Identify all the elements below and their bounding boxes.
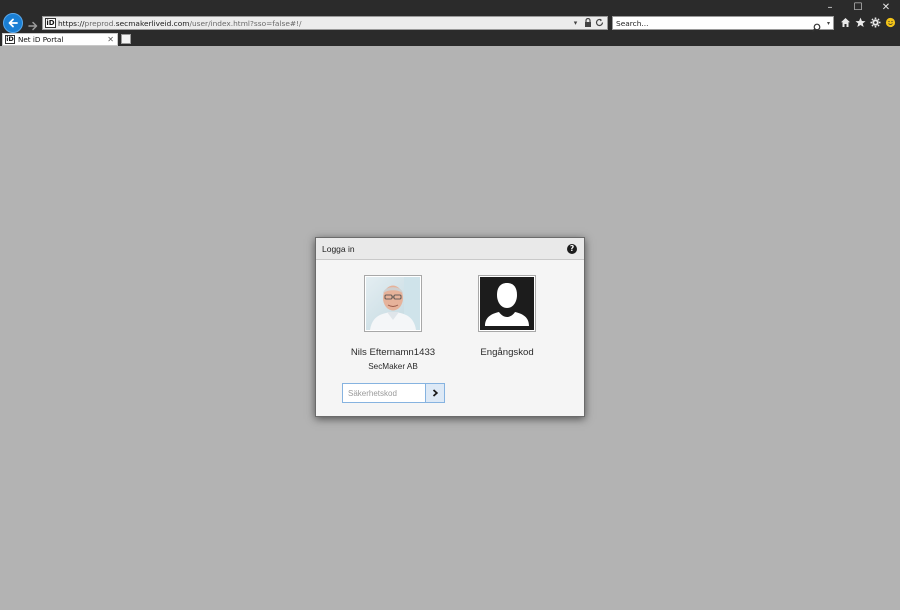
tab-title: Net iD Portal <box>18 35 64 44</box>
search-dropdown-icon[interactable]: ▾ <box>827 18 830 29</box>
dialog-header: Logga in ? <box>316 238 584 260</box>
site-favicon-icon: iD <box>45 18 56 28</box>
account-name: Nils Efternamn1433 <box>350 347 436 358</box>
login-dialog: Logga in ? Nils Efternamn1433 SecMaker A… <box>315 237 585 417</box>
tab-bar: iD Net iD Portal ✕ <box>0 33 900 46</box>
arrow-left-icon <box>8 18 18 28</box>
account-organization: SecMaker AB <box>368 362 418 371</box>
back-button[interactable] <box>3 13 23 33</box>
smiley-feedback-icon[interactable] <box>885 16 896 28</box>
home-icon[interactable] <box>840 16 851 28</box>
url-path: /user/index.html?sso=false#!/ <box>189 19 302 28</box>
toolbar-icons <box>840 16 896 28</box>
lock-icon[interactable] <box>583 17 592 28</box>
settings-gear-icon[interactable] <box>870 16 881 28</box>
new-tab-button[interactable] <box>121 34 131 44</box>
tab-close-icon[interactable]: ✕ <box>107 34 114 46</box>
arrow-right-icon <box>28 21 38 31</box>
avatar[interactable] <box>364 275 422 332</box>
browser-chrome: – ☐ ✕ iD https://preprod.secmakerliveid.… <box>0 0 900 46</box>
forward-button[interactable] <box>27 17 39 31</box>
dropdown-arrow-icon[interactable]: ▾ <box>571 18 580 28</box>
favorites-star-icon[interactable] <box>855 16 866 28</box>
dialog-title: Logga in <box>322 244 355 254</box>
security-code-input[interactable] <box>342 383 426 403</box>
user-silhouette-icon <box>480 277 534 330</box>
search-bar[interactable]: Search... ▾ <box>612 16 834 32</box>
avatar[interactable] <box>478 275 536 332</box>
submit-code-button[interactable] <box>425 383 445 403</box>
search-icon[interactable] <box>811 18 821 32</box>
refresh-icon[interactable] <box>595 18 604 28</box>
chevron-right-icon <box>432 389 439 397</box>
tab-favicon-icon: iD <box>5 35 15 44</box>
address-bar[interactable]: iD https://preprod.secmakerliveid.com/us… <box>42 16 608 30</box>
search-input[interactable]: Search... <box>616 18 648 29</box>
url-protocol: https:// <box>58 19 85 28</box>
url-text[interactable]: https://preprod.secmakerliveid.com/user/… <box>58 18 302 29</box>
window-controls: – ☐ ✕ <box>816 0 900 14</box>
account-name: Engångskod <box>480 347 534 358</box>
url-domain: secmakerliveid.com <box>115 19 190 28</box>
address-bar-icons: ▾ <box>571 17 604 28</box>
user-photo-icon <box>366 277 420 330</box>
navigation-bar: iD https://preprod.secmakerliveid.com/us… <box>0 13 900 33</box>
tab-net-id-portal[interactable]: iD Net iD Portal ✕ <box>2 33 118 46</box>
help-icon[interactable]: ? <box>567 244 577 254</box>
page-content: Logga in ? Nils Efternamn1433 SecMaker A… <box>0 46 900 610</box>
url-subdomain: preprod. <box>84 19 116 28</box>
